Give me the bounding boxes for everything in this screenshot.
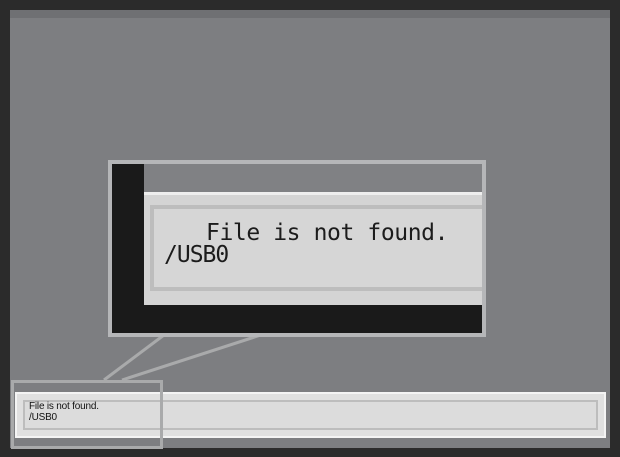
magnified-message-line1: File is not found. bbox=[206, 220, 449, 246]
magnified-inset: File is not found. /USB0 bbox=[108, 160, 486, 337]
magnified-message-line2: /USB0 bbox=[164, 242, 229, 268]
magnified-screen-area bbox=[144, 164, 482, 194]
screen-top-band bbox=[10, 10, 610, 18]
callout-highlight-box bbox=[11, 380, 163, 449]
